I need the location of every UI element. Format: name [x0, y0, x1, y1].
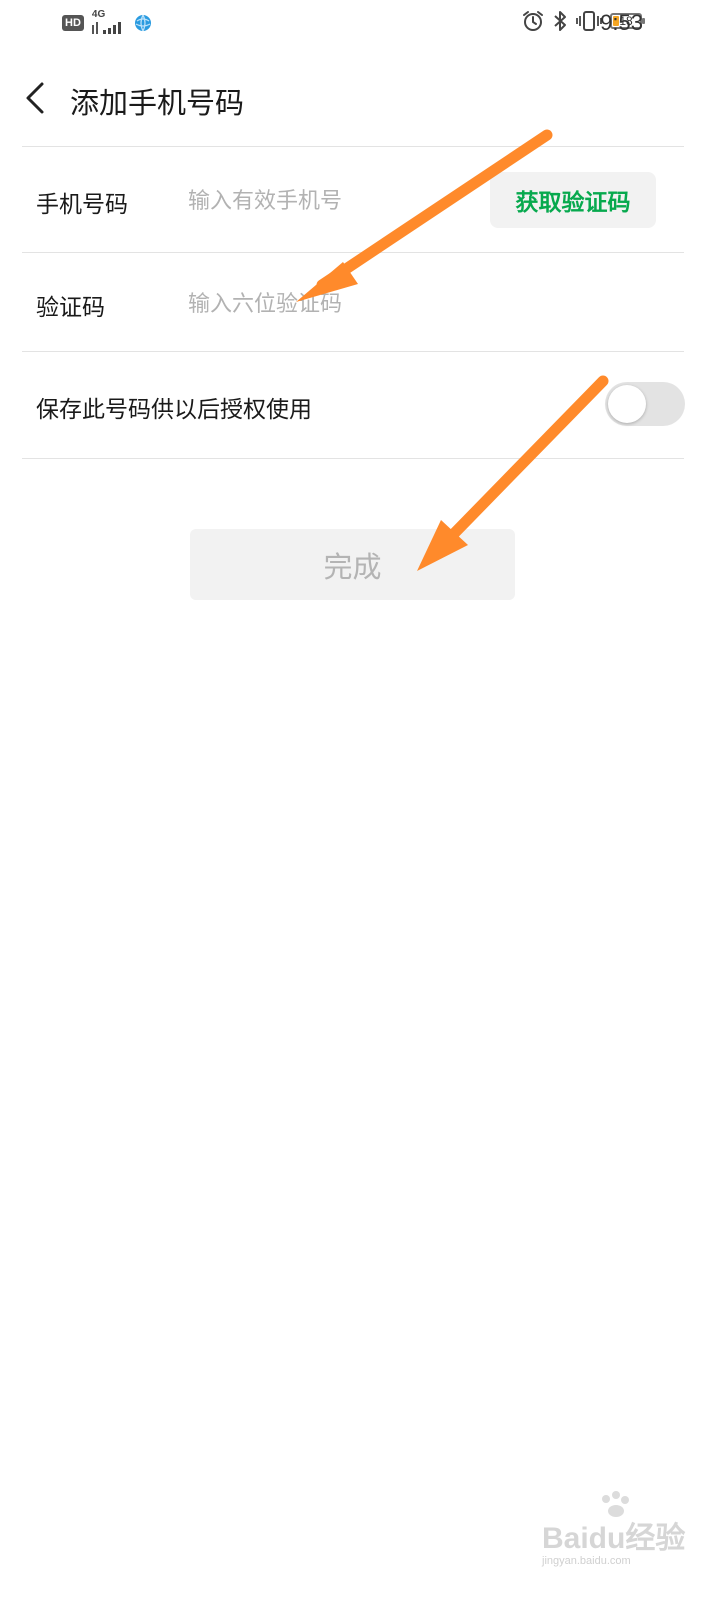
code-input[interactable]: [188, 287, 478, 321]
save-row: 保存此号码供以后授权使用: [22, 352, 685, 458]
back-button[interactable]: [18, 78, 54, 118]
page-title: 添加手机号码: [70, 86, 245, 120]
vpn-globe-icon: [134, 14, 151, 32]
bluetooth-icon: [554, 11, 566, 31]
chevron-left-icon: [26, 82, 44, 114]
nav-header: 添加手机号码: [0, 66, 720, 130]
done-button[interactable]: 完成: [190, 529, 515, 600]
vibrate-icon: [576, 11, 602, 31]
signal-icon: 4G: [91, 9, 126, 36]
alarm-icon: [523, 11, 543, 31]
divider: [22, 458, 684, 459]
phone-row: 手机号码 获取验证码: [22, 147, 684, 252]
phone-label: 手机号码: [36, 192, 128, 218]
watermark-text: Baidu经验: [542, 1522, 686, 1555]
get-code-button[interactable]: 获取验证码: [490, 172, 656, 228]
baidu-watermark: Baidu经验 jingyan.baidu.com: [540, 1491, 690, 1575]
phone-input[interactable]: [188, 184, 478, 218]
save-toggle[interactable]: [605, 382, 685, 426]
network-type-label: 4G: [91, 9, 106, 20]
code-row: 验证码: [22, 253, 684, 351]
save-label: 保存此号码供以后授权使用: [36, 397, 312, 423]
status-left: HD 4G: [62, 9, 152, 36]
watermark-subtext: jingyan.baidu.com: [542, 1555, 631, 1567]
code-label: 验证码: [36, 295, 105, 321]
toggle-knob: [608, 385, 646, 423]
status-bar: HD 4G 18 9:53: [0, 0, 720, 48]
battery-level: 18: [619, 14, 633, 28]
hd-icon: HD: [62, 15, 84, 31]
